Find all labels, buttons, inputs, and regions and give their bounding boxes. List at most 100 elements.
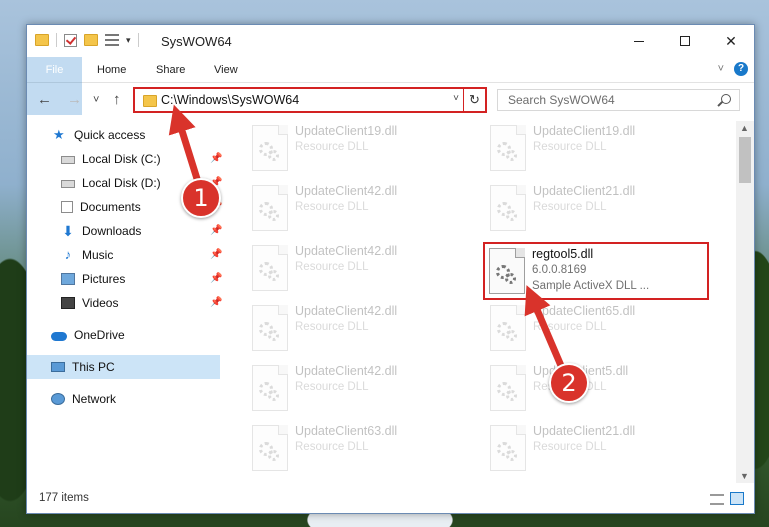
address-bar[interactable]: C:\Windows\SysWOW64 ˅ ↻ [133, 87, 487, 113]
recent-locations-icon[interactable]: ˅ [93, 94, 99, 106]
file-name: UpdateClient65.dll [533, 304, 636, 318]
tab-view[interactable]: View [214, 57, 238, 83]
new-folder-icon[interactable] [84, 34, 98, 46]
music-icon: ♪ [64, 247, 72, 262]
gear-icon [506, 150, 517, 161]
scroll-down-arrow-icon[interactable]: ▼ [740, 471, 749, 481]
sidebar-item-label: OneDrive [74, 328, 125, 342]
customize-toolbar-dropdown-icon[interactable]: ▾ [126, 35, 131, 46]
sidebar-item-label: Quick access [74, 128, 146, 142]
help-icon[interactable]: ? [734, 62, 748, 76]
checkmark-icon[interactable] [64, 33, 77, 47]
file-name: UpdateClient42.dll [295, 184, 398, 198]
file-item[interactable]: UpdateClient63.dll Resource DLL [248, 421, 474, 479]
file-item[interactable]: UpdateClient42.dll Resource DLL [248, 301, 474, 359]
toolbar-divider [56, 33, 57, 47]
dll-file-icon [252, 125, 288, 171]
gear-icon [268, 330, 279, 341]
sidebar-item-quick-access[interactable]: ★ Quick access [27, 123, 220, 147]
pin-icon[interactable]: 📌 [210, 249, 222, 260]
dll-file-icon [252, 305, 288, 351]
close-icon: ✕ [725, 32, 737, 49]
file-description: Resource DLL [533, 141, 607, 153]
documents-icon [61, 201, 73, 213]
dll-file-icon [252, 365, 288, 411]
title-bar: ▾ SysWOW64 ✕ [27, 25, 754, 57]
sidebar-item-onedrive[interactable]: OneDrive [27, 323, 220, 347]
address-path[interactable]: C:\Windows\SysWOW64 [161, 93, 299, 107]
sidebar-item-this-pc[interactable]: This PC [27, 355, 220, 379]
tab-share[interactable]: Share [156, 57, 185, 83]
sidebar-item-label: Pictures [82, 272, 126, 286]
dll-file-icon [489, 248, 525, 294]
sidebar-item-label: Local Disk (C:) [82, 152, 161, 166]
minimize-icon [634, 40, 644, 42]
gear-icon [506, 210, 517, 221]
videos-icon [61, 297, 75, 309]
sidebar-item-videos[interactable]: Videos 📌 [27, 291, 222, 315]
file-item[interactable]: UpdateClient21.dll Resource DLL [486, 181, 712, 239]
pin-icon[interactable]: 📌 [210, 273, 222, 284]
search-input[interactable]: Search SysWOW64 [508, 93, 615, 107]
sidebar-item-label: Network [72, 392, 117, 406]
pin-icon[interactable]: 📌 [210, 153, 222, 164]
vertical-scrollbar[interactable]: ▲ ▼ [736, 121, 754, 483]
large-icons-view-icon[interactable] [730, 492, 744, 505]
expand-ribbon-chevron-icon[interactable]: ˅ [718, 63, 724, 75]
gear-icon [268, 270, 279, 281]
file-name: UpdateClient19.dll [533, 124, 636, 138]
step-1-badge: 1 [181, 178, 221, 218]
dll-file-icon [252, 245, 288, 291]
sidebar-item-label: Local Disk (D:) [82, 176, 161, 190]
file-item[interactable]: UpdateClient65.dll Resource DLL [486, 301, 712, 359]
file-item[interactable]: UpdateClient5.dll Resource DLL [486, 361, 712, 419]
sidebar-item-network[interactable]: Network [27, 387, 220, 411]
gear-icon [506, 390, 517, 401]
close-button[interactable]: ✕ [708, 25, 754, 57]
file-item[interactable]: UpdateClient42.dll Resource DLL [248, 181, 474, 239]
file-item[interactable]: UpdateClient19.dll Resource DLL [486, 121, 712, 179]
back-arrow-icon[interactable]: ← [37, 91, 52, 108]
sidebar-item-pictures[interactable]: Pictures 📌 [27, 267, 222, 291]
scrollbar-thumb[interactable] [739, 137, 751, 183]
sidebar-item-downloads[interactable]: ⬇ Downloads 📌 [27, 219, 222, 243]
dll-file-icon [490, 125, 526, 171]
search-icon[interactable] [721, 94, 731, 104]
file-item[interactable]: UpdateClient42.dll Resource DLL [248, 241, 474, 299]
file-list: UpdateClient19.dll Resource DLL UpdateCl… [220, 121, 736, 483]
status-bar: 177 items [27, 487, 754, 513]
up-arrow-icon[interactable]: ↑ [113, 91, 121, 108]
search-box[interactable]: Search SysWOW64 [497, 89, 740, 111]
folder-icon [143, 95, 157, 107]
pin-icon[interactable]: 📌 [210, 225, 222, 236]
scroll-up-arrow-icon[interactable]: ▲ [740, 123, 749, 133]
quick-access-toolbar: ▾ [35, 33, 139, 47]
onedrive-icon [51, 331, 67, 341]
details-view-icon[interactable] [710, 494, 724, 505]
file-description: Resource DLL [295, 141, 369, 153]
file-item[interactable]: UpdateClient19.dll Resource DLL [248, 121, 474, 179]
dll-file-icon [490, 305, 526, 351]
tab-home[interactable]: Home [97, 57, 126, 83]
file-name: UpdateClient21.dll [533, 424, 636, 438]
address-dropdown-icon[interactable]: ˅ [453, 93, 459, 104]
maximize-button[interactable] [662, 25, 708, 57]
drive-icon [61, 180, 75, 188]
minimize-button[interactable] [616, 25, 662, 57]
file-item-regtool5[interactable]: regtool5.dll 6.0.0.8169 Sample ActiveX D… [483, 242, 709, 300]
file-item[interactable]: UpdateClient21.dll Resource DLL [486, 421, 712, 479]
file-name: UpdateClient19.dll [295, 124, 398, 138]
gear-icon [506, 450, 517, 461]
pin-icon[interactable]: 📌 [210, 297, 222, 308]
sidebar-item-label: Music [82, 248, 114, 262]
sidebar-item-music[interactable]: ♪ Music 📌 [27, 243, 223, 267]
ribbon-tabs: File Home Share View ˅ ? [27, 57, 754, 115]
star-icon: ★ [53, 127, 65, 142]
file-item[interactable]: UpdateClient42.dll Resource DLL [248, 361, 474, 419]
refresh-icon[interactable]: ↻ [463, 89, 485, 111]
step-2-badge: 2 [549, 363, 589, 403]
sidebar-item-local-disk-c[interactable]: Local Disk (C:) 📌 [27, 147, 222, 171]
properties-icon[interactable] [105, 34, 119, 46]
forward-arrow-icon[interactable]: → [67, 91, 82, 108]
drive-icon [61, 156, 75, 164]
